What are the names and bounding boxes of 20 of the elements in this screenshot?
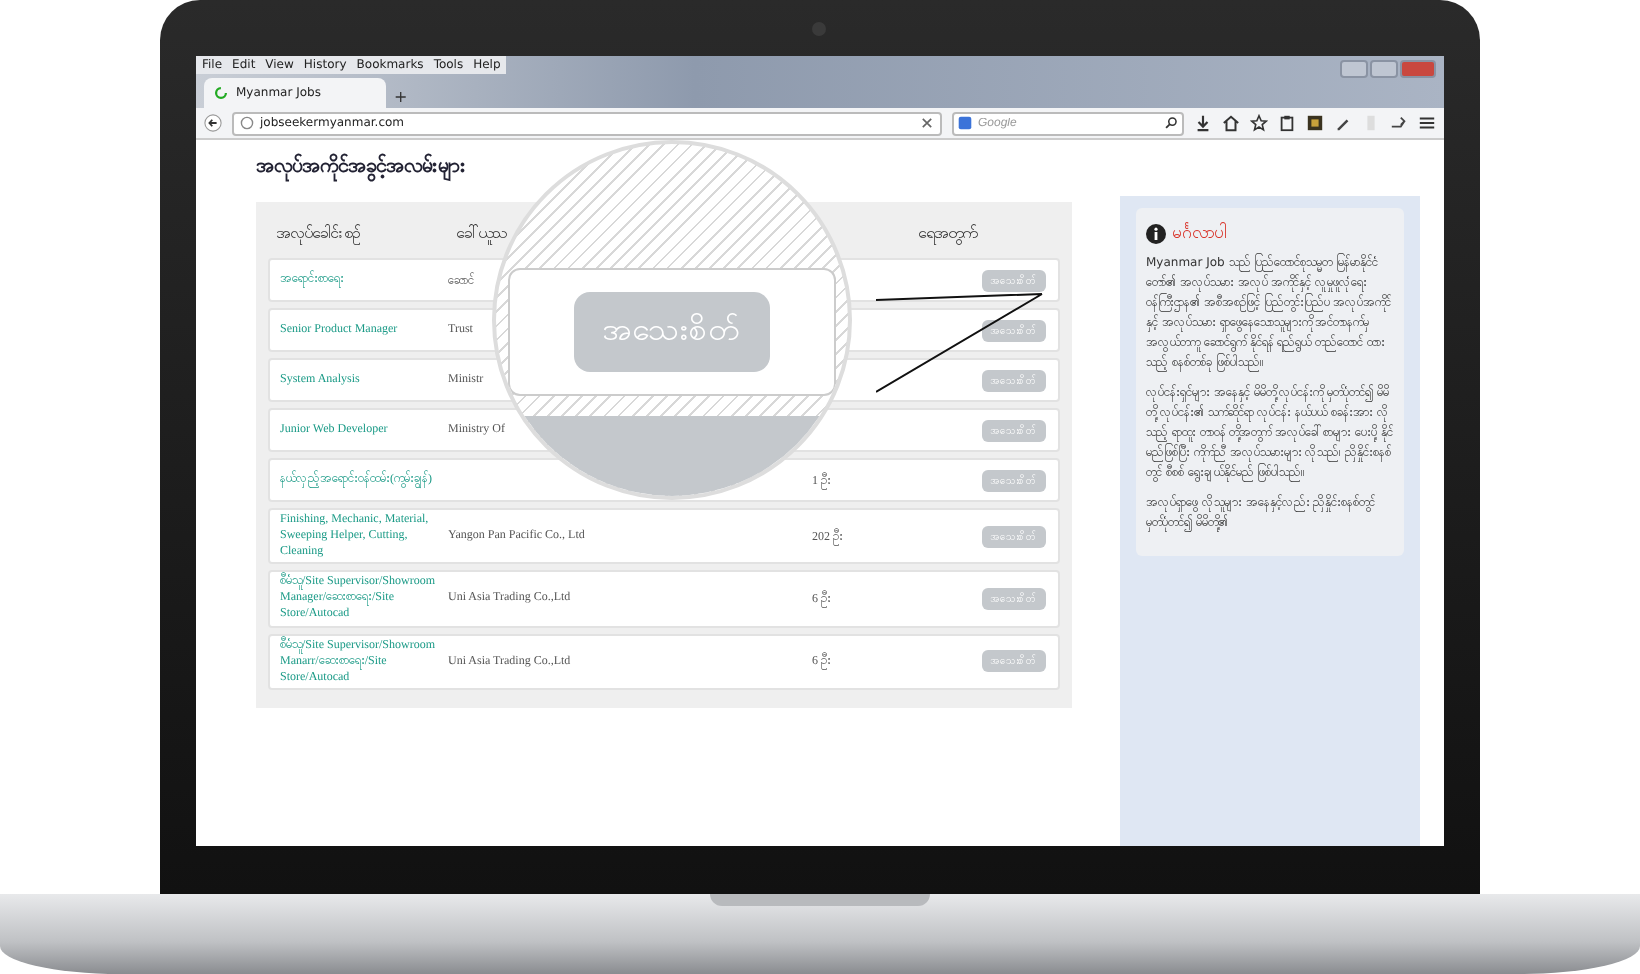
new-tab-button[interactable]: + (394, 88, 408, 108)
download-icon[interactable] (1194, 114, 1212, 132)
clipboard-icon[interactable] (1278, 114, 1296, 132)
send-icon[interactable] (1390, 114, 1408, 132)
column-header: ခေါ်ယူသ (456, 222, 509, 246)
page-heading: အလုပ်အကိုင်အခွင့်အလမ်းများ (256, 152, 468, 182)
star-icon[interactable] (1250, 114, 1268, 132)
back-icon[interactable] (204, 114, 222, 132)
column-header: အလုပ်ခေါင်းစဉ် (274, 222, 362, 246)
globe-icon (240, 116, 254, 130)
column-header: ရေအတွက် (916, 222, 976, 246)
loading-icon (214, 86, 228, 100)
info-icon (1146, 223, 1166, 243)
pen-icon[interactable] (1334, 114, 1352, 132)
sidebar-title: မင်္ဂလာပါ (1172, 220, 1226, 246)
home-icon[interactable] (1222, 114, 1240, 132)
close-icon[interactable] (920, 116, 934, 130)
search-icon[interactable] (1164, 116, 1178, 130)
menu-icon[interactable] (1418, 114, 1436, 132)
extension-icon[interactable] (1306, 114, 1324, 132)
